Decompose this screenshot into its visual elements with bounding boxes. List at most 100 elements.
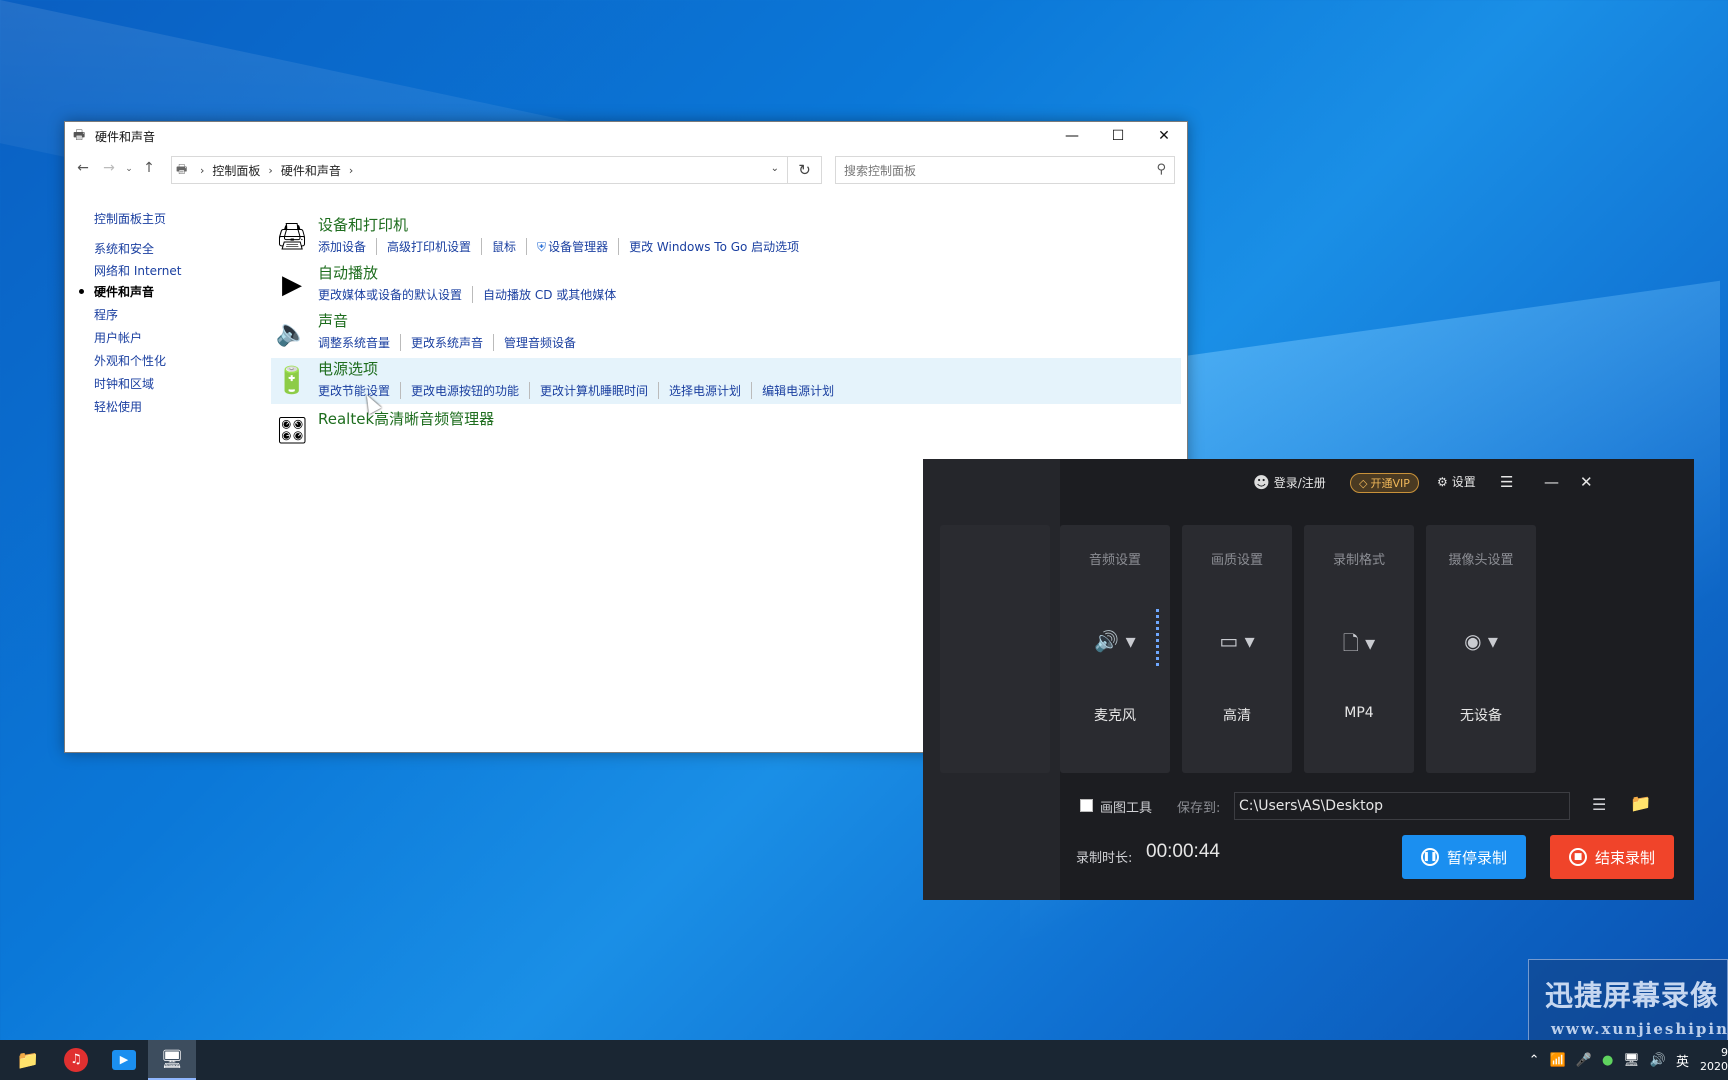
- minimize-icon[interactable]: —: [1544, 473, 1559, 491]
- link-power-button-function[interactable]: 更改电源按钮的功能: [400, 382, 529, 399]
- draw-tool-checkbox[interactable]: [1080, 799, 1093, 812]
- category-title[interactable]: Realtek高清晰音频管理器: [318, 408, 494, 429]
- system-tray: ⌃ 📶 🎤 ● 🖥 🔊 英 9 2020: [1524, 1040, 1728, 1080]
- pause-recording-button[interactable]: ❚❚ 暂停录制: [1402, 835, 1526, 879]
- active-nav-bullet: [79, 289, 84, 294]
- recorder-header: ☻ 登录/注册 ◇ 开通VIP ⚙ 设置 ☰ — ✕: [1060, 459, 1694, 507]
- link-manage-audio-devices[interactable]: 管理音频设备: [493, 334, 586, 351]
- nav-control-panel-home[interactable]: 控制面板主页: [94, 210, 166, 227]
- category-title[interactable]: 自动播放: [318, 262, 378, 283]
- close-button[interactable]: ✕: [1141, 122, 1187, 150]
- up-arrow-icon[interactable]: ↑: [139, 160, 159, 176]
- category-title[interactable]: 声音: [318, 310, 348, 331]
- settings-button[interactable]: ⚙ 设置: [1437, 473, 1476, 490]
- link-power-saving-settings[interactable]: 更改节能设置: [318, 382, 400, 399]
- category-links: 更改节能设置 更改电源按钮的功能 更改计算机睡眠时间 选择电源计划 编辑电源计划: [318, 382, 844, 399]
- breadcrumb-hardware-sound[interactable]: 硬件和声音: [281, 162, 341, 179]
- minimize-button[interactable]: —: [1049, 122, 1095, 150]
- maximize-button[interactable]: ☐: [1095, 122, 1141, 150]
- speaker-icon[interactable]: 🔈: [275, 316, 309, 350]
- link-change-media-defaults[interactable]: 更改媒体或设备的默认设置: [318, 286, 472, 303]
- nav-clock-region[interactable]: 时钟和区域: [94, 375, 154, 392]
- nav-ease-of-access[interactable]: 轻松使用: [94, 398, 142, 415]
- card-title: 录制格式: [1332, 553, 1385, 568]
- address-dropdown-chevron-icon[interactable]: ⌄: [771, 163, 779, 174]
- breadcrumb-control-panel[interactable]: 控制面板: [212, 162, 260, 179]
- nav-programs[interactable]: 程序: [94, 306, 118, 323]
- breadcrumb-separator-icon[interactable]: ›: [200, 164, 204, 177]
- card-value: 高清: [1223, 708, 1251, 724]
- pause-icon: ❚❚: [1420, 848, 1439, 866]
- quality-settings-card[interactable]: 画质设置 ▭ ▾ 高清: [1182, 525, 1292, 773]
- file-list-icon[interactable]: ☰: [1592, 795, 1606, 814]
- recent-locations-chevron-icon[interactable]: ⌄: [119, 164, 139, 174]
- refresh-button[interactable]: ↻: [788, 156, 822, 184]
- file-explorer-icon[interactable]: 📁: [4, 1040, 52, 1080]
- volume-icon[interactable]: 🔊: [1650, 1053, 1666, 1068]
- link-windows-to-go[interactable]: 更改 Windows To Go 启动选项: [618, 238, 809, 255]
- link-adjust-volume[interactable]: 调整系统音量: [318, 334, 400, 351]
- microphone-icon[interactable]: 🔊 ▾: [1060, 629, 1170, 653]
- link-mouse[interactable]: 鼠标: [481, 238, 526, 255]
- autoplay-icon[interactable]: ▶: [275, 268, 309, 302]
- search-input[interactable]: 搜索控制面板 ⚲: [835, 156, 1175, 184]
- link-sleep-time[interactable]: 更改计算机睡眠时间: [529, 382, 658, 399]
- monitor-icon[interactable]: ▭ ▾: [1182, 629, 1292, 653]
- search-icon[interactable]: ⚲: [1156, 162, 1166, 177]
- category-title[interactable]: 设备和打印机: [318, 214, 408, 235]
- breadcrumb-separator-icon[interactable]: ›: [349, 164, 353, 177]
- back-arrow-icon[interactable]: ←: [73, 160, 93, 176]
- ime-indicator[interactable]: 英: [1676, 1051, 1689, 1070]
- vip-button[interactable]: ◇ 开通VIP: [1350, 473, 1419, 493]
- close-icon[interactable]: ✕: [1580, 473, 1593, 491]
- audio-settings-card[interactable]: 音频设置 🔊 ▾ 麦克风: [1060, 525, 1170, 773]
- format-settings-card[interactable]: 录制格式 🗋 ▾ MP4: [1304, 525, 1414, 773]
- stop-recording-button[interactable]: ■ 结束录制: [1550, 835, 1674, 879]
- login-button[interactable]: ☻ 登录/注册: [1253, 473, 1326, 492]
- camera-settings-card[interactable]: 摄像头设置 ◉ ▾ 无设备: [1426, 525, 1536, 773]
- microphone-tray-icon[interactable]: 🎤: [1576, 1053, 1592, 1068]
- save-path-input[interactable]: C:\Users\AS\Desktop: [1234, 792, 1570, 820]
- clock[interactable]: 9 2020: [1700, 1046, 1728, 1074]
- battery-icon[interactable]: 🔋: [275, 364, 309, 398]
- nav-network-internet[interactable]: 网络和 Internet: [94, 262, 181, 279]
- green-app-icon[interactable]: ●: [1602, 1053, 1613, 1068]
- link-change-system-sounds[interactable]: 更改系统声音: [400, 334, 493, 351]
- nav-appearance[interactable]: 外观和个性化: [94, 352, 166, 369]
- nav-system-security[interactable]: 系统和安全: [94, 240, 154, 257]
- stop-icon: ■: [1568, 848, 1587, 866]
- nav-hardware-sound[interactable]: 硬件和声音: [94, 283, 154, 300]
- folder-icon[interactable]: 📁: [1630, 794, 1651, 814]
- tray-expand-icon[interactable]: ⌃: [1529, 1053, 1540, 1068]
- taskbar: 📁 ♫ ▶ 🖥 ⌃ 📶 🎤 ● 🖥 🔊 英 9 2020: [0, 1040, 1728, 1080]
- volume-level-bar: [1156, 609, 1159, 667]
- diamond-icon: ◇: [1359, 476, 1368, 490]
- netease-music-icon[interactable]: ♫: [52, 1040, 100, 1080]
- card-title: 音频设置: [1088, 553, 1141, 568]
- nav-user-accounts[interactable]: 用户帐户: [94, 329, 142, 346]
- address-bar[interactable]: 🖶 › 控制面板 › 硬件和声音 › ⌄: [171, 156, 788, 184]
- link-advanced-printer-setup[interactable]: 高级打印机设置: [376, 238, 481, 255]
- forward-arrow-icon[interactable]: →: [99, 160, 119, 176]
- card-title: 摄像头设置: [1448, 553, 1514, 568]
- link-add-device[interactable]: 添加设备: [318, 238, 376, 255]
- link-edit-power-plan[interactable]: 编辑电源计划: [751, 382, 844, 399]
- control-panel-taskbar-icon[interactable]: 🖥: [148, 1040, 196, 1080]
- card-value: 麦克风: [1094, 708, 1136, 724]
- camera-icon[interactable]: ◉ ▾: [1426, 629, 1536, 653]
- display-icon[interactable]: 🖥: [1623, 1053, 1640, 1068]
- file-icon[interactable]: 🗋 ▾: [1304, 629, 1414, 663]
- link-autoplay-cd[interactable]: 自动播放 CD 或其他媒体: [472, 286, 626, 303]
- realtek-icon[interactable]: 🎛: [275, 414, 309, 448]
- printer-icon[interactable]: 🖨: [275, 220, 309, 254]
- category-devices-printers: 🖨 设备和打印机 添加设备 高级打印机设置 鼠标 ⛨ 设备管理器 更改 Windo…: [275, 214, 1175, 260]
- link-choose-power-plan[interactable]: 选择电源计划: [658, 382, 751, 399]
- screen-recorder-taskbar-icon[interactable]: ▶: [100, 1040, 148, 1080]
- save-to-label: 保存到:: [1177, 801, 1221, 816]
- network-icon[interactable]: 📶: [1550, 1053, 1566, 1068]
- category-title[interactable]: 电源选项: [318, 358, 378, 379]
- link-device-manager[interactable]: ⛨ 设备管理器: [526, 238, 618, 255]
- breadcrumb-separator-icon[interactable]: ›: [268, 164, 272, 177]
- menu-icon[interactable]: ☰: [1500, 473, 1513, 491]
- category-links: 更改媒体或设备的默认设置 自动播放 CD 或其他媒体: [318, 286, 626, 303]
